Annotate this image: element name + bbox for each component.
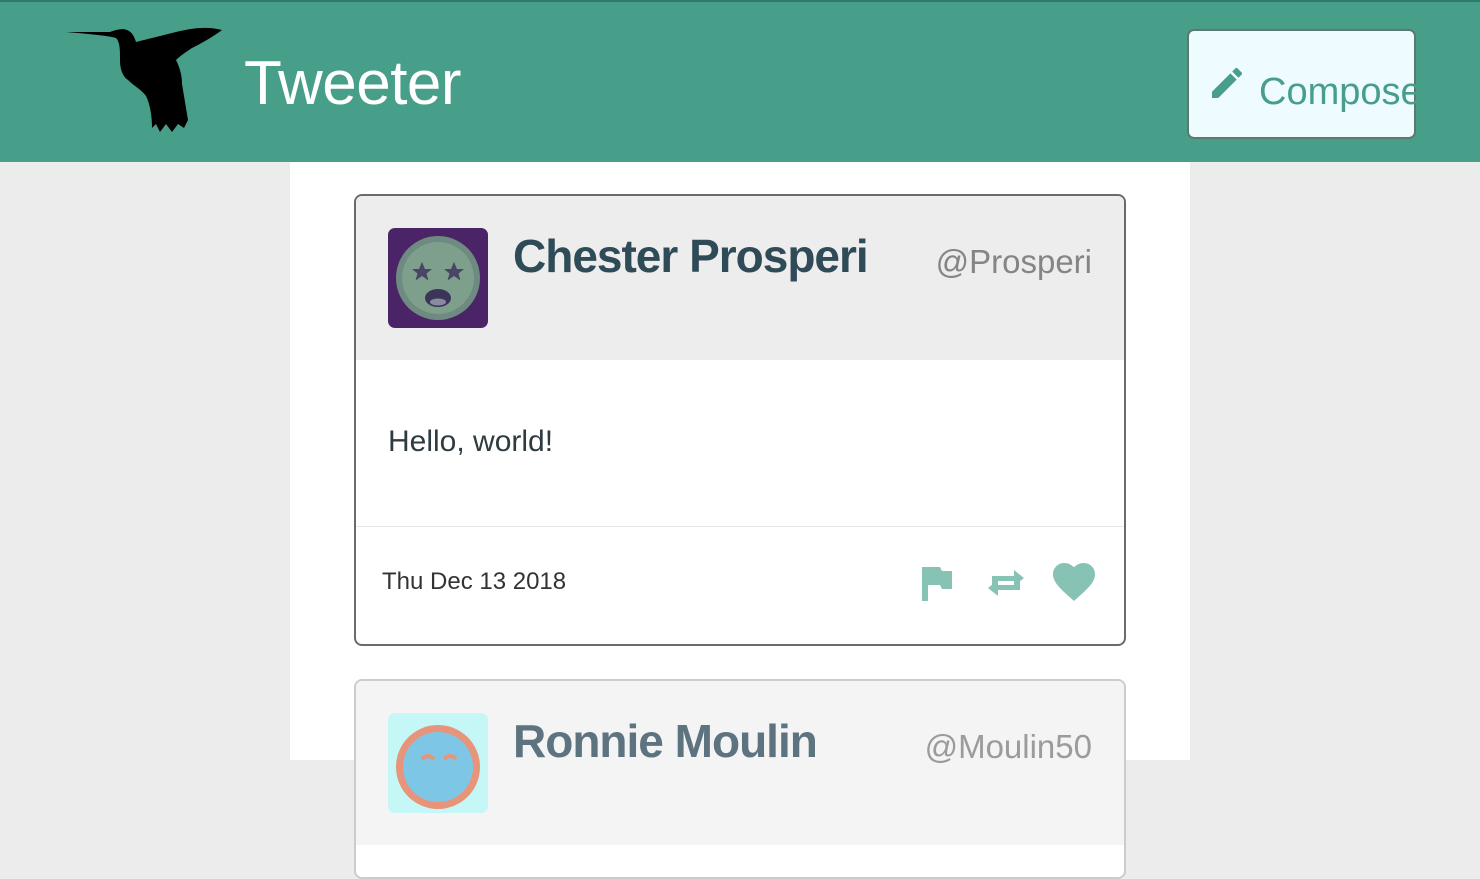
tweet-feed: Chester Prosperi @Prosperi Hello, world!… <box>290 162 1190 879</box>
tweet-card: Chester Prosperi @Prosperi Hello, world!… <box>354 194 1126 646</box>
retweet-icon[interactable] <box>984 563 1028 603</box>
top-nav: Tweeter Compose <box>0 0 1480 162</box>
tweet-header: Ronnie Moulin @Moulin50 <box>356 681 1124 845</box>
tweet-footer: Thu Dec 13 2018 <box>356 526 1124 644</box>
compose-button[interactable]: Compose <box>1187 29 1422 139</box>
tweet-card: Ronnie Moulin @Moulin50 <box>354 679 1126 879</box>
heart-icon[interactable] <box>1052 563 1096 603</box>
hummingbird-icon <box>66 27 222 133</box>
star-eyes-face-avatar <box>388 228 488 328</box>
author-handle: @Moulin50 <box>924 728 1092 765</box>
author-name[interactable]: Chester Prosperi <box>513 228 869 284</box>
brand-title: Tweeter <box>244 49 462 118</box>
tweet-content: Hello, world! <box>388 425 554 458</box>
tweet-date: Thu Dec 13 2018 <box>382 568 567 595</box>
author-handle: @Prosperi <box>935 243 1092 280</box>
compose-label: Compose <box>1259 71 1422 113</box>
flag-icon[interactable] <box>916 563 960 603</box>
pencil-icon <box>1212 67 1243 98</box>
avatar <box>388 713 488 813</box>
face-avatar <box>388 713 488 813</box>
author-name[interactable]: Ronnie Moulin <box>513 713 818 769</box>
tweet-header: Chester Prosperi @Prosperi <box>356 196 1124 360</box>
avatar <box>388 228 488 328</box>
